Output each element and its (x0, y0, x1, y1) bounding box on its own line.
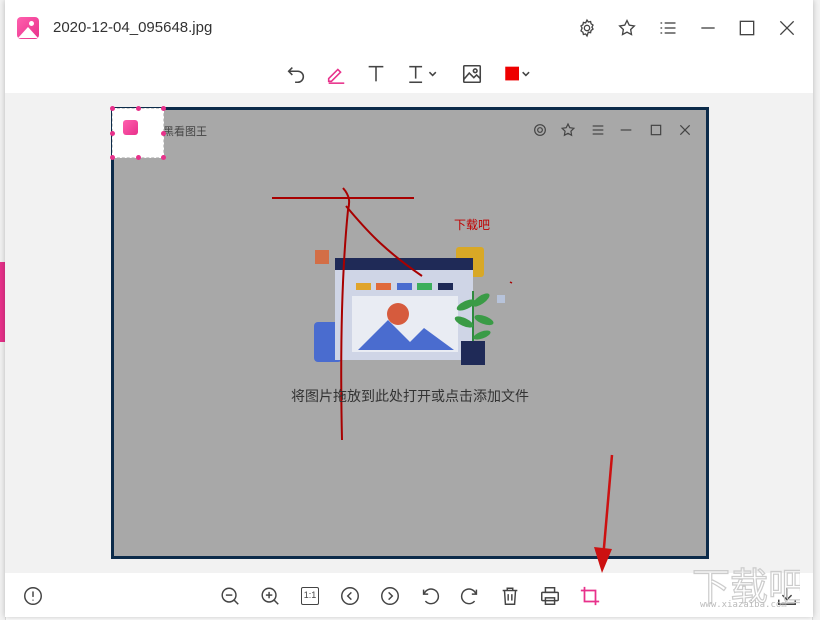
zoom-out-button[interactable] (218, 584, 242, 608)
undo-icon (285, 63, 307, 85)
text-icon (365, 63, 387, 85)
star-icon (617, 18, 637, 38)
previous-image-button[interactable] (338, 584, 362, 608)
pen-tool-button[interactable] (324, 62, 348, 86)
color-picker-dropdown[interactable] (502, 62, 536, 86)
zoom-in-button[interactable] (258, 584, 282, 608)
annotation-text: 下载吧 (454, 216, 490, 233)
image-canvas[interactable]: 黑黑看图王 (5, 93, 813, 573)
desktop-background-right (812, 0, 820, 620)
selection-box[interactable] (112, 108, 164, 158)
delete-button[interactable] (498, 584, 522, 608)
list-menu-icon (658, 18, 678, 38)
next-image-button[interactable] (378, 584, 402, 608)
resize-handle[interactable] (161, 155, 166, 160)
rotate-right-button[interactable] (458, 584, 482, 608)
zoom-in-icon (259, 585, 281, 607)
window-title: 2020-12-04_095648.jpg (53, 19, 212, 36)
maximize-icon (737, 18, 757, 38)
site-watermark-text: www.xiazaiba.com (700, 600, 787, 610)
resize-handle[interactable] (136, 106, 141, 111)
crop-button[interactable] (578, 584, 602, 608)
minimize-button[interactable] (696, 16, 720, 40)
gear-icon (577, 18, 597, 38)
zoom-out-icon (219, 585, 241, 607)
actual-size-icon: 1:1 (301, 587, 319, 605)
resize-handle[interactable] (110, 106, 115, 111)
actual-size-button[interactable]: 1:1 (298, 584, 322, 608)
close-icon (777, 18, 797, 38)
crop-icon (579, 585, 601, 607)
pen-icon (325, 63, 347, 85)
chevron-right-circle-icon (379, 585, 401, 607)
minimize-icon (698, 18, 718, 38)
red-arrow-annotation (590, 451, 620, 576)
image-viewer-window: 2020-12-04_095648.jpg (5, 0, 813, 617)
rotate-left-icon (419, 585, 441, 607)
text-style-dropdown[interactable] (404, 62, 442, 86)
color-swatch-icon (503, 63, 535, 85)
resize-handle[interactable] (136, 155, 141, 160)
chevron-left-circle-icon (339, 585, 361, 607)
text-style-icon (405, 63, 441, 85)
edit-toolbar (5, 56, 813, 92)
resize-handle[interactable] (161, 131, 166, 136)
selected-logo-icon (123, 120, 138, 135)
resize-handle[interactable] (110, 155, 115, 160)
maximize-button[interactable] (735, 16, 759, 40)
undo-button[interactable] (284, 62, 308, 86)
favorite-button[interactable] (615, 16, 639, 40)
insert-image-button[interactable] (460, 62, 484, 86)
rotate-right-icon (459, 585, 481, 607)
printer-icon (539, 585, 561, 607)
menu-button[interactable] (656, 16, 680, 40)
drop-hint-text: 将图片拖放到此处打开或点击添加文件 (114, 386, 706, 406)
resize-handle[interactable] (161, 106, 166, 111)
print-button[interactable] (538, 584, 562, 608)
text-tool-button[interactable] (364, 62, 388, 86)
info-icon (22, 585, 44, 607)
app-logo-icon (17, 17, 39, 39)
close-button[interactable] (775, 16, 799, 40)
info-button[interactable] (21, 584, 45, 608)
image-icon (461, 63, 483, 85)
settings-button[interactable] (575, 16, 599, 40)
rotate-left-button[interactable] (418, 584, 442, 608)
trash-icon (499, 585, 521, 607)
title-bar: 2020-12-04_095648.jpg (5, 0, 813, 56)
resize-handle[interactable] (110, 131, 115, 136)
